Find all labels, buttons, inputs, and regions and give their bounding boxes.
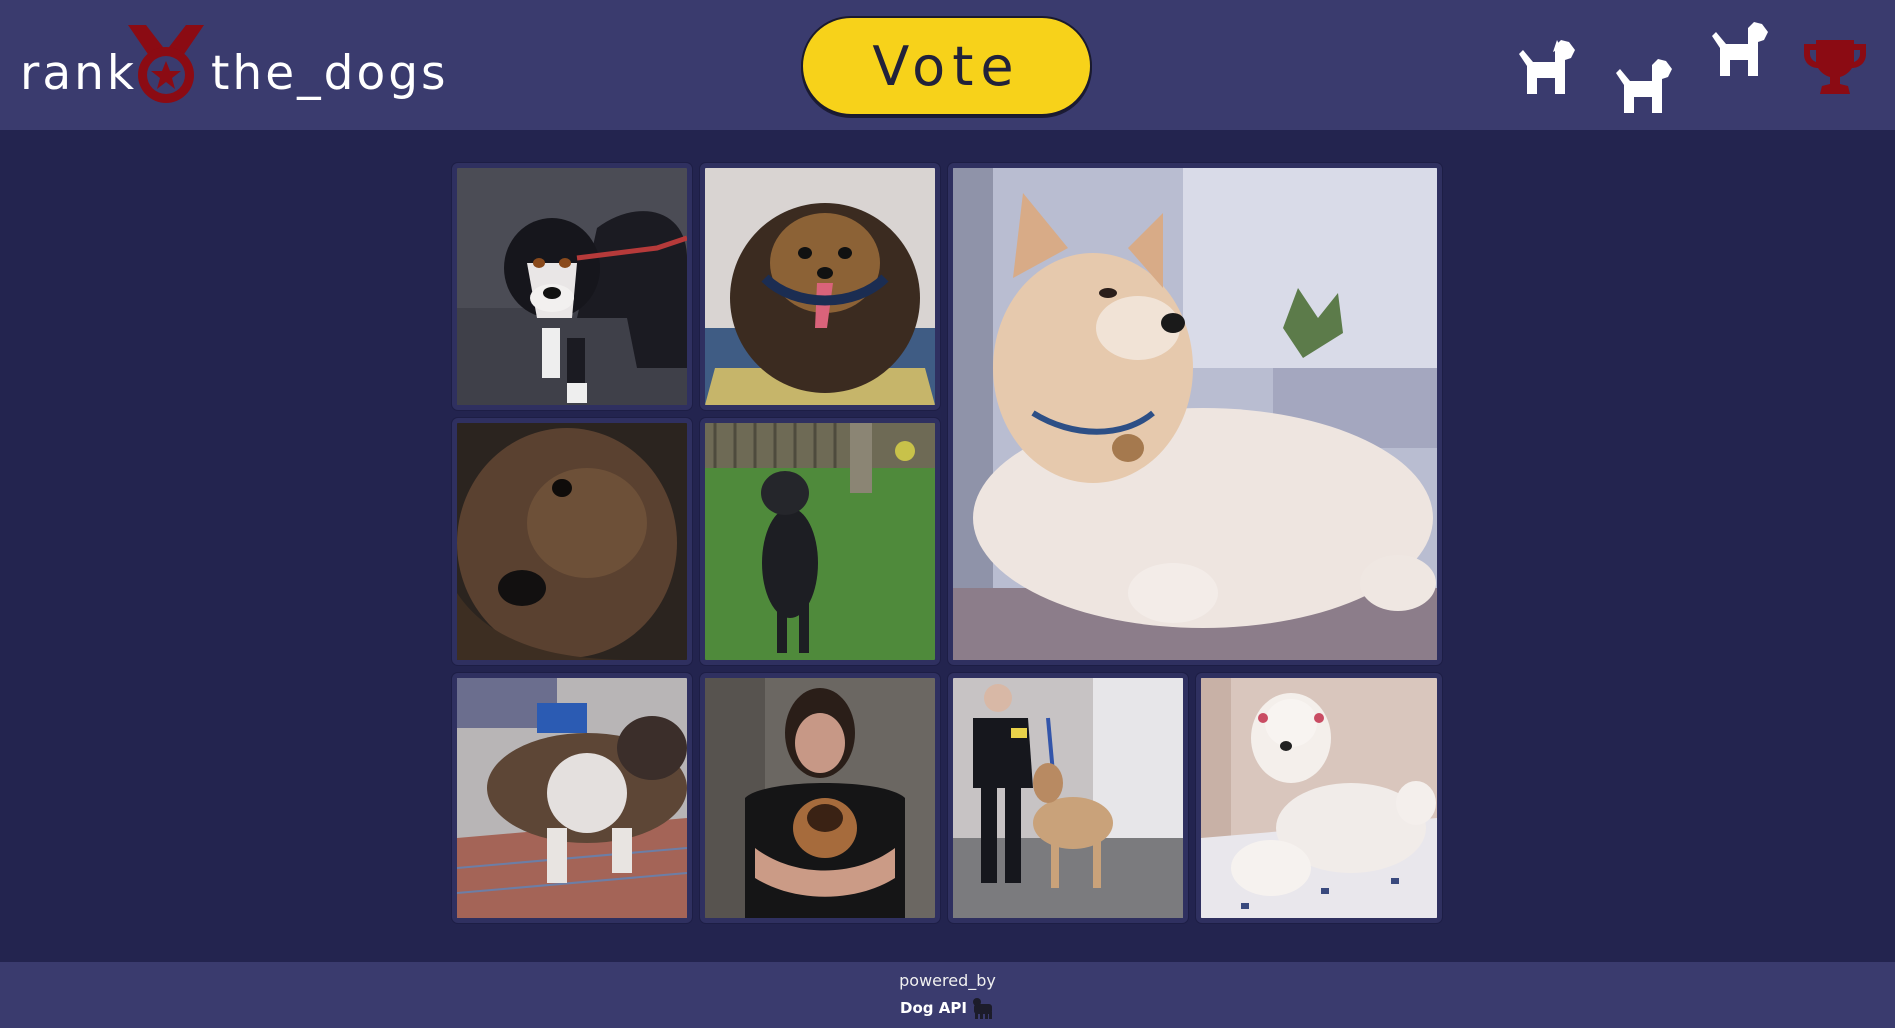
dog-image-grid (452, 163, 1442, 923)
dog-photo (1201, 678, 1437, 918)
dog-api-logo-icon (972, 998, 992, 1019)
dog-image-tile[interactable] (948, 163, 1442, 665)
dog-icon[interactable] (1513, 38, 1577, 96)
dog-icon[interactable] (1706, 20, 1770, 78)
dog-photo (705, 168, 935, 405)
dog-api-label: Dog API (900, 999, 967, 1017)
logo-word-the-dogs: the_dogs (211, 46, 449, 101)
top-bar: rank the_dogs Vote (0, 0, 1895, 130)
footer: powered_by Dog API (0, 962, 1895, 1028)
trophy-icon[interactable] (1800, 36, 1870, 96)
dog-photo (705, 423, 935, 660)
logo[interactable]: rank the_dogs (20, 20, 450, 110)
dog-image-tile[interactable] (452, 418, 692, 665)
dog-image-tile[interactable] (700, 673, 940, 923)
dog-photo (457, 678, 687, 918)
dog-photo (953, 168, 1437, 660)
dog-image-tile[interactable] (452, 673, 692, 923)
dog-image-tile[interactable] (700, 418, 940, 665)
dog-image-tile[interactable] (452, 163, 692, 410)
dog-icon[interactable] (1610, 57, 1674, 115)
dog-photo (457, 423, 687, 660)
dog-photo (705, 678, 935, 918)
medal-icon (128, 25, 204, 103)
logo-word-rank: rank (20, 46, 138, 101)
dog-api-link[interactable]: Dog API (0, 996, 1895, 1020)
dog-photo (457, 168, 687, 405)
dog-image-tile[interactable] (1196, 673, 1442, 923)
vote-button[interactable]: Vote (801, 16, 1092, 116)
powered-by-label: powered_by (899, 971, 996, 990)
dog-image-tile[interactable] (700, 163, 940, 410)
dog-image-tile[interactable] (948, 673, 1188, 923)
dog-photo (953, 678, 1183, 918)
